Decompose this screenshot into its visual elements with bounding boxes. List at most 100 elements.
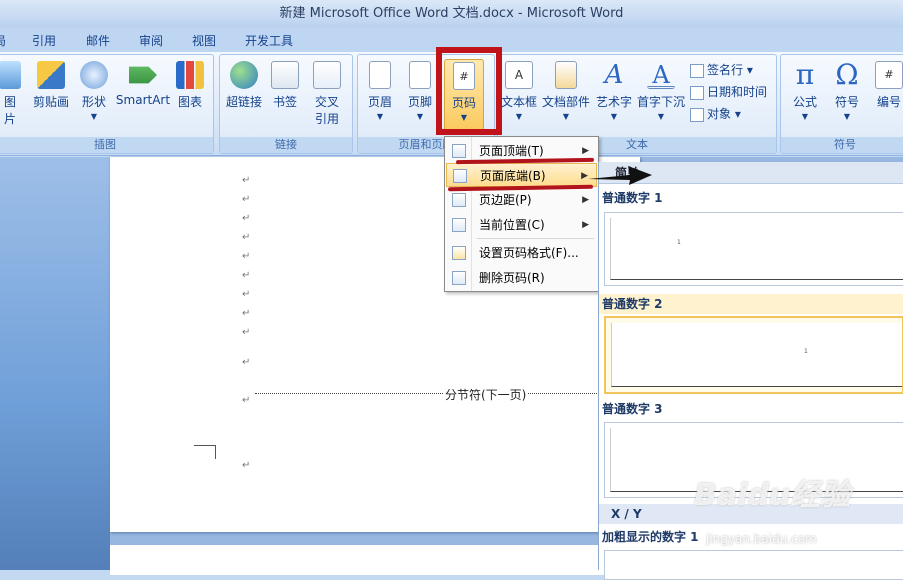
gallery-category-plain-2: 普通数字 2 xyxy=(599,294,903,314)
paragraph-mark: ↵ xyxy=(242,460,251,471)
annotation-arrow-icon xyxy=(588,166,652,185)
menu-item-page-margins[interactable]: 页边距(P) ▶ xyxy=(446,188,597,212)
gallery-item-plain-number-2[interactable]: 1 xyxy=(604,316,903,394)
bookmark-icon xyxy=(271,61,299,89)
numbering-button[interactable]: # 编号 xyxy=(871,61,903,110)
paragraph-mark: ↵ xyxy=(242,395,251,406)
clipart-icon xyxy=(37,61,65,89)
preview-number: 1 xyxy=(804,348,808,355)
menu-item-bottom-of-page[interactable]: 页面底端(B) ▶ xyxy=(446,163,597,187)
chart-button[interactable]: 图表 xyxy=(175,61,205,110)
menu-item-current-position[interactable]: 当前位置(C) ▶ xyxy=(446,213,597,237)
wordart-button[interactable]: A 艺术字 ▼ xyxy=(594,61,634,121)
tab-view[interactable]: 视图 xyxy=(192,32,216,49)
date-time-button[interactable]: 日期和时间 xyxy=(690,83,767,100)
shapes-button[interactable]: 形状 ▼ xyxy=(79,61,109,121)
section-break: 分节符(下一页) xyxy=(255,386,645,407)
footer-label: 页脚 xyxy=(407,95,432,109)
title-bar: 新建 Microsoft Office Word 文档.docx - Micro… xyxy=(0,0,903,28)
hyperlink-button[interactable]: 超链接 xyxy=(224,61,264,110)
quick-parts-button[interactable]: 文档部件 ▼ xyxy=(540,61,592,121)
footer-preview xyxy=(610,218,903,280)
drop-cap-button[interactable]: A 首字下沉 ▼ xyxy=(636,61,686,121)
clipart-button[interactable]: 剪贴画 xyxy=(31,61,71,110)
picture-icon xyxy=(0,61,21,89)
chevron-down-icon: ▼ xyxy=(515,112,523,121)
paragraph-mark: ↵ xyxy=(242,327,251,338)
menu-item-remove-page-numbers[interactable]: 删除页码(R) xyxy=(446,266,597,290)
numbering-label: 编号 xyxy=(876,95,901,109)
margin-corner-mark xyxy=(194,445,216,459)
group-label-symbols: 符号 xyxy=(781,137,903,153)
preview-number: 1 xyxy=(677,239,681,246)
footer-button[interactable]: 页脚 ▼ xyxy=(404,61,436,121)
bookmark-button[interactable]: 书签 xyxy=(270,61,300,110)
menu-item-label: 页面顶端(T) xyxy=(479,144,544,158)
group-illustrations: 图片 剪贴画 形状 ▼ SmartArt 图表 插图 xyxy=(0,54,214,154)
gallery-item-plain-number-1[interactable]: 1 xyxy=(604,212,903,286)
hyperlink-label: 超链接 xyxy=(225,95,262,109)
window-title: 新建 Microsoft Office Word 文档.docx - Micro… xyxy=(279,6,624,21)
smartart-label: SmartArt xyxy=(115,93,171,107)
object-label: 对象 xyxy=(707,107,732,121)
page-margin-icon xyxy=(452,193,466,207)
signature-line-label: 签名行 xyxy=(707,63,744,77)
page-bottom-icon xyxy=(453,169,467,183)
signature-line-button[interactable]: 签名行 ▾ xyxy=(690,61,753,78)
cross-reference-icon xyxy=(313,61,341,89)
group-label-links: 链接 xyxy=(220,137,352,153)
equation-button[interactable]: π 公式 ▼ xyxy=(787,61,823,122)
group-label-illustrations: 插图 xyxy=(0,137,213,153)
gallery-item-bold-number-1[interactable] xyxy=(604,550,903,580)
remove-page-number-icon xyxy=(452,271,466,285)
tab-mailings[interactable]: 邮件 xyxy=(86,32,110,49)
equation-label: 公式 xyxy=(792,95,817,109)
signature-icon xyxy=(690,63,704,78)
footer-icon xyxy=(409,61,431,89)
page-2[interactable] xyxy=(110,545,640,575)
chevron-down-icon: ▼ xyxy=(376,112,384,121)
drop-cap-label: 首字下沉 xyxy=(636,95,685,109)
current-position-icon xyxy=(452,218,466,232)
annotation-highlight-box xyxy=(436,47,502,135)
watermark-url: jingyan.baidu.com xyxy=(706,532,817,546)
header-button[interactable]: 页眉 ▼ xyxy=(364,61,396,121)
chevron-down-icon: ▼ xyxy=(657,112,665,121)
tab-developer[interactable]: 开发工具 xyxy=(245,32,293,49)
chart-label: 图表 xyxy=(177,95,202,109)
cross-reference-button[interactable]: 交叉 引用 xyxy=(310,61,344,127)
paragraph-mark: ↵ xyxy=(242,213,251,224)
object-button[interactable]: 对象 ▾ xyxy=(690,105,741,122)
numbering-icon: # xyxy=(875,61,903,89)
paragraph-mark: ↵ xyxy=(242,251,251,262)
drop-cap-icon: A xyxy=(647,61,675,89)
calendar-icon xyxy=(690,85,704,100)
paragraph-mark: ↵ xyxy=(242,175,251,186)
paragraph-mark: ↵ xyxy=(242,270,251,281)
section-break-label: 分节符(下一页) xyxy=(443,386,529,403)
smartart-button[interactable]: SmartArt xyxy=(115,61,171,107)
menu-item-format-page-numbers[interactable]: 设置页码格式(F)... xyxy=(446,241,597,265)
symbol-button[interactable]: Ω 符号 ▼ xyxy=(829,61,865,122)
wordart-icon: A xyxy=(604,60,624,90)
picture-button[interactable]: 图片 xyxy=(0,61,21,127)
baidu-watermark: Baidu经验 xyxy=(694,470,850,514)
tab-references[interactable]: 引用 xyxy=(32,32,56,49)
paragraph-mark: ↵ xyxy=(242,289,251,300)
tab-layout[interactable]: 局 xyxy=(0,32,6,49)
footer-preview xyxy=(611,323,902,387)
group-links: 超链接 书签 交叉 引用 链接 xyxy=(219,54,353,154)
menu-item-label: 设置页码格式(F)... xyxy=(479,246,579,260)
textbox-button[interactable]: A 文本框 ▼ xyxy=(500,61,538,121)
shapes-icon xyxy=(80,61,108,89)
tab-review[interactable]: 审阅 xyxy=(139,32,163,49)
paragraph-mark: ↵ xyxy=(242,308,251,319)
picture-label: 图片 xyxy=(3,95,16,126)
left-background xyxy=(0,157,110,570)
paragraph-mark: ↵ xyxy=(242,357,251,368)
wordart-label: 艺术字 xyxy=(595,95,632,109)
shapes-label: 形状 xyxy=(81,95,106,109)
object-icon xyxy=(690,107,704,122)
menu-item-label: 当前位置(C) xyxy=(479,218,545,232)
header-label: 页眉 xyxy=(367,95,392,109)
